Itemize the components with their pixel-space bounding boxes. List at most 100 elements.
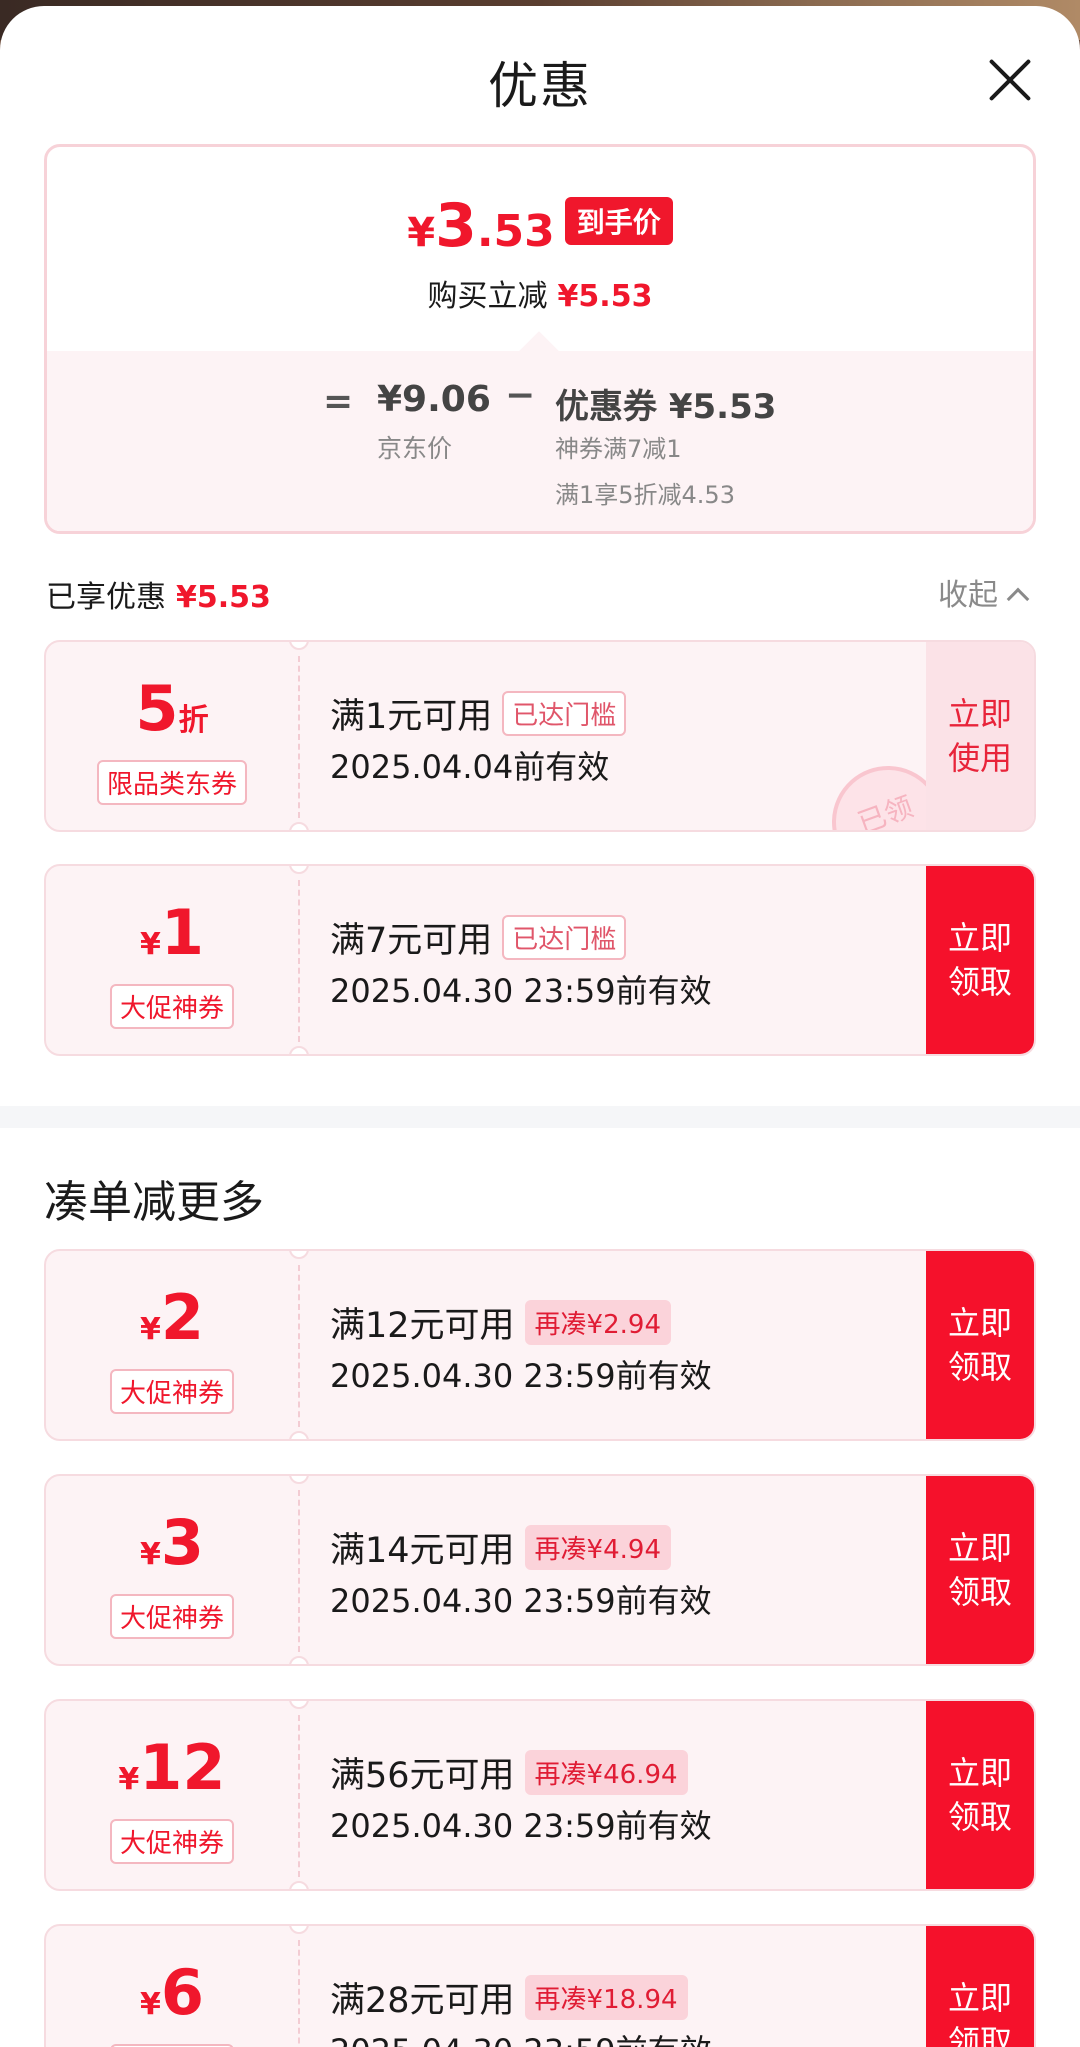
coupon-condition-text: 满1元可用: [330, 697, 493, 737]
price-breakdown: = ¥9.06 京东价 − 优惠券 ¥5.53 神券满7减1 满1享5折减4.5…: [47, 351, 1033, 531]
coupon-value: 2: [160, 1281, 204, 1354]
action-line-2: 领取: [947, 1573, 1012, 1611]
add-more-tag: 再凑¥18.94: [524, 1975, 688, 2020]
coupon-value-panel: 5折 限品类东券: [46, 642, 298, 830]
enjoyed-amount: ¥5.53: [176, 580, 271, 615]
coupon-notch-bottom: [289, 822, 309, 830]
coupon-divider: [298, 1265, 300, 1427]
coupon-divider: [298, 656, 300, 818]
action-line-1: 立即: [947, 1529, 1012, 1567]
coupon-value: 12: [139, 1731, 226, 1804]
close-icon[interactable]: [986, 56, 1034, 104]
claim-now-button[interactable]: 立即 领取: [926, 1701, 1034, 1889]
coupon-detail-2: 满1享5折减4.53: [555, 481, 735, 509]
price-summary-card: ¥3.53 到手价 购买立减 ¥5.53 = ¥9.06 京东价 − 优惠券 ¥5.…: [44, 144, 1036, 534]
final-price: ¥3.53 到手价: [47, 191, 1033, 261]
coupon-amount: ¥2: [46, 1281, 298, 1354]
coupon-type-tag: 大促神券: [109, 1819, 235, 1864]
action-line-2: 领取: [947, 2023, 1012, 2047]
coupon-divider: [298, 1940, 300, 2047]
reduction-label: 购买立减: [427, 279, 548, 314]
threshold-reached-tag: 已达门槛: [502, 915, 627, 960]
coupon-condition: 满1元可用 已达门槛: [330, 688, 627, 739]
coupon-notch-bottom: [289, 1431, 309, 1439]
coupon-card: ¥1 大促神券 满7元可用 已达门槛 2025.04.30 23:59前有效 立即…: [44, 864, 1036, 1056]
section-title: 凑单减更多: [44, 1177, 264, 1228]
action-line-2: 领取: [947, 1798, 1012, 1836]
claim-now-button[interactable]: 立即 领取: [926, 1926, 1034, 2047]
final-price-int: 3: [435, 191, 477, 261]
coupon-condition-text: 满28元可用: [330, 1981, 515, 2021]
add-more-tag: 再凑¥4.94: [524, 1525, 671, 1570]
coupon-value: 1: [160, 896, 204, 969]
enjoyed-label: 已享优惠: [46, 580, 166, 615]
add-more-tag: 再凑¥46.94: [524, 1750, 688, 1795]
action-line-2: 领取: [947, 1348, 1012, 1386]
use-now-button[interactable]: 立即 使用: [926, 642, 1034, 830]
coupon-amount: ¥1: [46, 896, 298, 969]
coupon-value: 5: [135, 672, 179, 745]
jd-price-label: 京东价: [377, 434, 453, 463]
coupon-notch-bottom: [289, 1881, 309, 1889]
coupon-condition: 满56元可用 再凑¥46.94: [330, 1747, 688, 1798]
coupon-total: 优惠券 ¥5.53: [555, 387, 777, 427]
coupon-value-panel: ¥12 大促神券: [46, 1701, 298, 1889]
action-line-1: 立即: [947, 919, 1012, 957]
action-line-1: 立即: [947, 1304, 1012, 1342]
coupon-condition-text: 满56元可用: [330, 1756, 515, 1796]
claim-now-button[interactable]: 立即 领取: [926, 866, 1034, 1054]
coupon-condition: 满28元可用 再凑¥18.94: [330, 1972, 688, 2023]
coupon-condition: 满12元可用 再凑¥2.94: [330, 1297, 671, 1348]
coupon-condition-text: 满7元可用: [330, 921, 493, 961]
coupon-value: 6: [160, 1956, 204, 2029]
coupon-validity: 2025.04.30 23:59前有效: [330, 1807, 712, 1845]
chevron-up-icon: [1006, 587, 1030, 611]
coupon-value-panel: ¥3 大促神券: [46, 1476, 298, 1664]
coupon-card: ¥12 大促神券 满56元可用 再凑¥46.94 2025.04.30 23:59…: [44, 1699, 1036, 1891]
final-price-currency: ¥: [407, 210, 436, 256]
section-separator: [0, 1106, 1080, 1128]
coupon-value-panel: ¥6 大促神券: [46, 1926, 298, 2047]
add-more-tag: 再凑¥2.94: [524, 1300, 671, 1345]
coupon-value-panel: ¥2 大促神券: [46, 1251, 298, 1439]
coupon-validity: 2025.04.30 23:59前有效: [330, 2026, 712, 2047]
collapse-label: 收起: [938, 578, 998, 613]
claim-now-button[interactable]: 立即 领取: [926, 1476, 1034, 1664]
final-price-dec: .53: [476, 206, 555, 257]
coupon-divider: [298, 1715, 300, 1877]
coupon-currency: ¥: [118, 1762, 140, 1797]
collapse-toggle[interactable]: 收起: [938, 570, 1030, 614]
action-line-2: 领取: [947, 963, 1012, 1001]
coupon-card: ¥6 大促神券 满28元可用再凑¥18.94 2025.04.30 23:59前…: [44, 1924, 1036, 2047]
sheet-title: 优惠: [488, 57, 592, 115]
action-line-2: 使用: [947, 739, 1012, 777]
instant-reduction: 购买立减 ¥5.53: [47, 271, 1033, 315]
coupon-value: 3: [160, 1506, 204, 1579]
coupon-notch-bottom: [289, 1656, 309, 1664]
coupon-validity: 2025.04.30 23:59前有效: [330, 1357, 712, 1395]
claim-now-button[interactable]: 立即 领取: [926, 1251, 1034, 1439]
equals-sign: =: [323, 381, 354, 422]
coupon-card: 5折 限品类东券 满1元可用 已达门槛 2025.04.04前有效 已领 立即 使用: [44, 640, 1036, 832]
coupon-validity: 2025.04.04前有效: [330, 748, 610, 786]
discount-sheet: 优惠 ¥3.53 到手价 购买立减 ¥5.53 = ¥9.06 京东价 − 优惠券 …: [0, 6, 1080, 2047]
enjoyed-discount: 已享优惠 ¥5.53: [46, 572, 271, 616]
minus-sign: −: [505, 375, 536, 416]
coupon-validity: 2025.04.30 23:59前有效: [330, 1582, 712, 1620]
coupon-currency: ¥: [139, 927, 161, 962]
coupon-card: ¥2 大促神券 满12元可用 再凑¥2.94 2025.04.30 23:59前有…: [44, 1249, 1036, 1441]
coupon-amount: ¥12: [46, 1731, 298, 1804]
coupon-type-tag: 限品类东券: [96, 760, 248, 805]
coupon-value-panel: ¥1 大促神券: [46, 866, 298, 1054]
coupon-divider: [298, 1490, 300, 1652]
threshold-reached-tag: 已达门槛: [502, 691, 627, 736]
coupon-currency: ¥: [139, 1312, 161, 1347]
coupon-card: ¥3 大促神券 满14元可用 再凑¥4.94 2025.04.30 23:59前有…: [44, 1474, 1036, 1666]
coupon-currency: ¥: [139, 1987, 161, 2022]
action-line-1: 立即: [947, 695, 1012, 733]
jd-price: ¥9.06: [377, 379, 491, 420]
coupon-amount: ¥6: [46, 1956, 298, 2029]
coupon-notch-bottom: [289, 1046, 309, 1054]
coupon-type-tag: 大促神券: [109, 1369, 235, 1414]
coupon-detail-1: 神券满7减1: [555, 435, 682, 463]
